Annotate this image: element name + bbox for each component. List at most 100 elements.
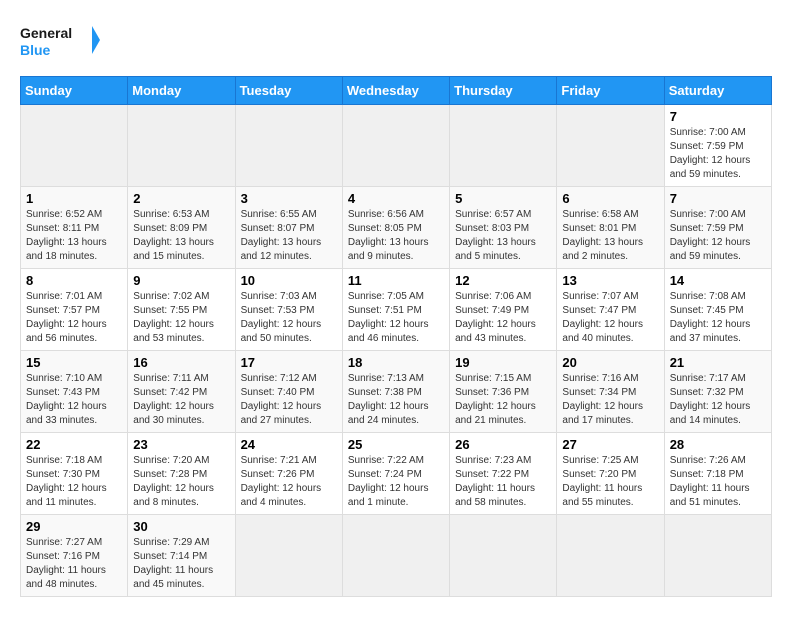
calendar-week-0: 7 Sunrise: 7:00 AMSunset: 7:59 PMDaylight… bbox=[21, 105, 772, 187]
day-info: Sunrise: 7:25 AMSunset: 7:20 PMDaylight:… bbox=[562, 454, 658, 510]
day-number: 21 bbox=[670, 355, 766, 370]
day-number: 9 bbox=[133, 273, 229, 288]
day-cell-29: 29 Sunrise: 7:27 AMSunset: 7:16 PMDayligh… bbox=[21, 515, 128, 597]
day-info: Sunrise: 6:56 AMSunset: 8:05 PMDaylight:… bbox=[348, 208, 444, 264]
day-info: Sunrise: 7:20 AMSunset: 7:28 PMDaylight:… bbox=[133, 454, 229, 510]
calendar-header: SundayMondayTuesdayWednesdayThursdayFrid… bbox=[21, 77, 772, 105]
day-number: 6 bbox=[562, 191, 658, 206]
day-number: 2 bbox=[133, 191, 229, 206]
empty-cell bbox=[450, 515, 557, 597]
day-cell-23: 23Sunrise: 7:20 AMSunset: 7:28 PMDayligh… bbox=[128, 433, 235, 515]
day-number: 14 bbox=[670, 273, 766, 288]
day-number: 28 bbox=[670, 437, 766, 452]
day-info: Sunrise: 7:11 AMSunset: 7:42 PMDaylight:… bbox=[133, 372, 229, 428]
day-cell-10: 10Sunrise: 7:03 AMSunset: 7:53 PMDayligh… bbox=[235, 269, 342, 351]
day-cell-4: 4Sunrise: 6:56 AMSunset: 8:05 PMDaylight… bbox=[342, 187, 449, 269]
calendar-week-2: 8Sunrise: 7:01 AMSunset: 7:57 PMDaylight… bbox=[21, 269, 772, 351]
page-header: General Blue bbox=[20, 20, 772, 60]
day-cell-5: 5Sunrise: 6:57 AMSunset: 8:03 PMDaylight… bbox=[450, 187, 557, 269]
empty-cell bbox=[235, 515, 342, 597]
day-cell-1: 1 Sunrise: 6:52 AMSunset: 8:11 PMDaylight… bbox=[21, 187, 128, 269]
empty-cell bbox=[342, 515, 449, 597]
day-number: 22 bbox=[26, 437, 122, 452]
empty-cell bbox=[128, 105, 235, 187]
header-sunday: Sunday bbox=[21, 77, 128, 105]
day-cell-3: 3 Sunrise: 6:55 AMSunset: 8:07 PMDaylight… bbox=[235, 187, 342, 269]
day-info: Sunrise: 6:58 AMSunset: 8:01 PMDaylight:… bbox=[562, 208, 658, 264]
day-number: 1 bbox=[26, 191, 122, 206]
day-number: 17 bbox=[241, 355, 337, 370]
svg-text:Blue: Blue bbox=[20, 42, 51, 58]
day-cell-1: 7 Sunrise: 7:00 AMSunset: 7:59 PMDaylight… bbox=[664, 105, 771, 187]
day-cell-11: 11Sunrise: 7:05 AMSunset: 7:51 PMDayligh… bbox=[342, 269, 449, 351]
day-cell-14: 14Sunrise: 7:08 AMSunset: 7:45 PMDayligh… bbox=[664, 269, 771, 351]
day-cell-21: 21 Sunrise: 7:17 AMSunset: 7:32 PMDayligh… bbox=[664, 351, 771, 433]
svg-text:General: General bbox=[20, 25, 72, 41]
day-info: Sunrise: 7:26 AMSunset: 7:18 PMDaylight:… bbox=[670, 454, 766, 510]
day-number: 30 bbox=[133, 519, 229, 534]
day-info: Sunrise: 7:29 AMSunset: 7:14 PMDaylight:… bbox=[133, 536, 229, 592]
day-info: Sunrise: 7:02 AMSunset: 7:55 PMDaylight:… bbox=[133, 290, 229, 346]
day-number: 16 bbox=[133, 355, 229, 370]
header-monday: Monday bbox=[128, 77, 235, 105]
day-number: 5 bbox=[455, 191, 551, 206]
day-info: Sunrise: 7:05 AMSunset: 7:51 PMDaylight:… bbox=[348, 290, 444, 346]
day-info: Sunrise: 7:07 AMSunset: 7:47 PMDaylight:… bbox=[562, 290, 658, 346]
empty-cell bbox=[21, 105, 128, 187]
logo-svg: General Blue bbox=[20, 20, 100, 60]
day-cell-12: 12Sunrise: 7:06 AMSunset: 7:49 PMDayligh… bbox=[450, 269, 557, 351]
header-friday: Friday bbox=[557, 77, 664, 105]
day-info: Sunrise: 6:52 AMSunset: 8:11 PMDaylight:… bbox=[26, 208, 122, 264]
day-cell-24: 24Sunrise: 7:21 AMSunset: 7:26 PMDayligh… bbox=[235, 433, 342, 515]
day-info: Sunrise: 7:18 AMSunset: 7:30 PMDaylight:… bbox=[26, 454, 122, 510]
day-cell-8: 8Sunrise: 7:01 AMSunset: 7:57 PMDaylight… bbox=[21, 269, 128, 351]
day-number: 27 bbox=[562, 437, 658, 452]
day-number: 25 bbox=[348, 437, 444, 452]
day-cell-9: 9 Sunrise: 7:02 AMSunset: 7:55 PMDaylight… bbox=[128, 269, 235, 351]
day-info: Sunrise: 7:17 AMSunset: 7:32 PMDaylight:… bbox=[670, 372, 766, 428]
day-number: 7 bbox=[670, 109, 766, 124]
logo: General Blue bbox=[20, 20, 100, 60]
header-tuesday: Tuesday bbox=[235, 77, 342, 105]
day-number: 8 bbox=[26, 273, 122, 288]
empty-cell bbox=[557, 105, 664, 187]
day-cell-20: 20Sunrise: 7:16 AMSunset: 7:34 PMDayligh… bbox=[557, 351, 664, 433]
day-cell-16: 16 Sunrise: 7:11 AMSunset: 7:42 PMDayligh… bbox=[128, 351, 235, 433]
day-cell-26: 26Sunrise: 7:23 AMSunset: 7:22 PMDayligh… bbox=[450, 433, 557, 515]
day-info: Sunrise: 7:16 AMSunset: 7:34 PMDaylight:… bbox=[562, 372, 658, 428]
day-number: 19 bbox=[455, 355, 551, 370]
day-number: 15 bbox=[26, 355, 122, 370]
day-cell-7: 7Sunrise: 7:00 AMSunset: 7:59 PMDaylight… bbox=[664, 187, 771, 269]
day-cell-27: 27 Sunrise: 7:25 AMSunset: 7:20 PMDayligh… bbox=[557, 433, 664, 515]
day-number: 29 bbox=[26, 519, 122, 534]
day-number: 13 bbox=[562, 273, 658, 288]
day-info: Sunrise: 6:53 AMSunset: 8:09 PMDaylight:… bbox=[133, 208, 229, 264]
day-info: Sunrise: 6:55 AMSunset: 8:07 PMDaylight:… bbox=[241, 208, 337, 264]
calendar-week-5: 29 Sunrise: 7:27 AMSunset: 7:16 PMDayligh… bbox=[21, 515, 772, 597]
day-number: 3 bbox=[241, 191, 337, 206]
day-cell-13: 13 Sunrise: 7:07 AMSunset: 7:47 PMDayligh… bbox=[557, 269, 664, 351]
day-cell-25: 25Sunrise: 7:22 AMSunset: 7:24 PMDayligh… bbox=[342, 433, 449, 515]
day-info: Sunrise: 7:06 AMSunset: 7:49 PMDaylight:… bbox=[455, 290, 551, 346]
header-saturday: Saturday bbox=[664, 77, 771, 105]
day-info: Sunrise: 7:15 AMSunset: 7:36 PMDaylight:… bbox=[455, 372, 551, 428]
day-info: Sunrise: 7:10 AMSunset: 7:43 PMDaylight:… bbox=[26, 372, 122, 428]
calendar-body: 7 Sunrise: 7:00 AMSunset: 7:59 PMDaylight… bbox=[21, 105, 772, 597]
day-cell-17: 17 Sunrise: 7:12 AMSunset: 7:40 PMDayligh… bbox=[235, 351, 342, 433]
day-info: Sunrise: 7:27 AMSunset: 7:16 PMDaylight:… bbox=[26, 536, 122, 592]
day-number: 24 bbox=[241, 437, 337, 452]
day-info: Sunrise: 7:00 AMSunset: 7:59 PMDaylight:… bbox=[670, 208, 766, 264]
calendar-week-3: 15 Sunrise: 7:10 AMSunset: 7:43 PMDayligh… bbox=[21, 351, 772, 433]
empty-cell bbox=[450, 105, 557, 187]
calendar-table: SundayMondayTuesdayWednesdayThursdayFrid… bbox=[20, 76, 772, 597]
day-cell-28: 28 Sunrise: 7:26 AMSunset: 7:18 PMDayligh… bbox=[664, 433, 771, 515]
calendar-week-1: 1 Sunrise: 6:52 AMSunset: 8:11 PMDaylight… bbox=[21, 187, 772, 269]
calendar-week-4: 22 Sunrise: 7:18 AMSunset: 7:30 PMDayligh… bbox=[21, 433, 772, 515]
day-info: Sunrise: 7:12 AMSunset: 7:40 PMDaylight:… bbox=[241, 372, 337, 428]
day-number: 26 bbox=[455, 437, 551, 452]
day-number: 10 bbox=[241, 273, 337, 288]
empty-cell bbox=[664, 515, 771, 597]
day-cell-19: 19 Sunrise: 7:15 AMSunset: 7:36 PMDayligh… bbox=[450, 351, 557, 433]
day-info: Sunrise: 7:00 AMSunset: 7:59 PMDaylight:… bbox=[670, 126, 766, 182]
header-thursday: Thursday bbox=[450, 77, 557, 105]
